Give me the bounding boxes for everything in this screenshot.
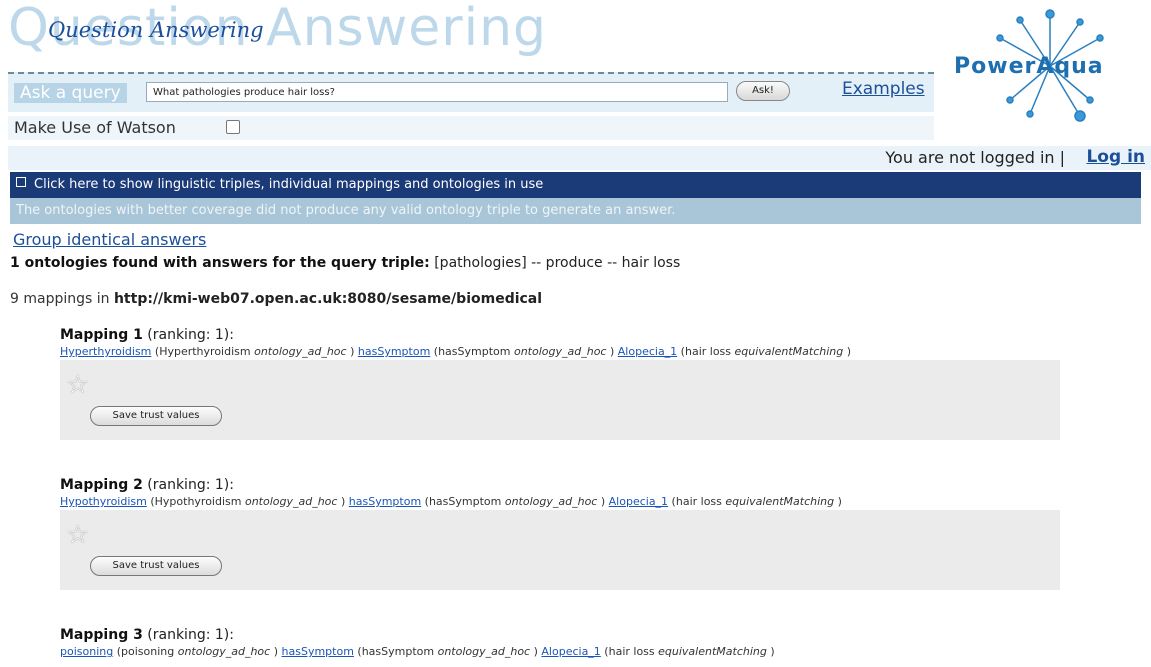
ontologies-summary-triple: [pathologies] -- produce -- hair loss [429, 255, 681, 271]
subject-link[interactable]: poisoning [60, 645, 113, 658]
mapping-ranking: (ranking: 1): [142, 327, 234, 343]
mapping-title: Mapping 1 [60, 327, 143, 343]
mapping-triple: Hypothyroidism (Hypothyroidism ontology_… [60, 495, 842, 508]
mappings-summary: 9 mappings in http://kmi-web07.open.ac.u… [10, 291, 542, 307]
header: Question Answering Question Answering As… [8, 0, 1151, 170]
mapping-triple: poisoning (poisoning ontology_ad_hoc ) h… [60, 645, 775, 658]
relation-paren: (hasSymptom [430, 345, 514, 358]
expand-icon [16, 177, 26, 187]
relation-link[interactable]: hasSymptom [282, 645, 354, 658]
poweraqua-logo: PowerAqua [950, 8, 1150, 126]
subject-ontology: ontology_ad_hoc [244, 495, 338, 508]
subject-paren: (Hypothyroidism [146, 495, 245, 508]
login-status-text: You are not logged in | [885, 148, 1065, 167]
subject-link[interactable]: Hypothyroidism [60, 495, 147, 508]
relation-link[interactable]: hasSymptom [358, 345, 430, 358]
subject-ontology: ontology_ad_hoc [254, 345, 347, 358]
coverage-message: The ontologies with better coverage did … [10, 198, 1141, 224]
mapping-title: Mapping 3 [60, 627, 143, 643]
relation-paren: (hasSymptom [353, 645, 438, 658]
star-icon[interactable]: ☆ [66, 370, 89, 400]
relation-paren: (hasSymptom [421, 495, 505, 508]
object-link[interactable]: Alopecia_1 [618, 345, 677, 358]
relation-ontology: ontology_ad_hoc [513, 345, 607, 358]
subject-paren: (poisoning [113, 645, 178, 658]
object-match: equivalentMatching [725, 495, 835, 508]
object-paren: (hair loss [668, 495, 726, 508]
object-paren: (hair loss [600, 645, 659, 658]
watson-label: Make Use of Watson [14, 118, 176, 137]
show-triples-toggle[interactable]: Click here to show linguistic triples, i… [10, 172, 1141, 198]
show-triples-label: Click here to show linguistic triples, i… [34, 177, 544, 192]
page-title: Question Answering [48, 18, 264, 42]
mappings-count: 9 mappings in [10, 291, 114, 307]
watson-row: Make Use of Watson [8, 116, 934, 140]
object-link[interactable]: Alopecia_1 [541, 645, 600, 658]
mapping-triple: Hyperthyroidism (Hyperthyroidism ontolog… [60, 345, 852, 358]
watson-checkbox[interactable] [226, 120, 240, 134]
ontologies-summary-bold: 1 ontologies found with answers for the … [10, 255, 430, 271]
group-answers-link[interactable]: Group identical answers [13, 230, 206, 249]
query-label: Ask a query [14, 83, 127, 103]
examples-link[interactable]: Examples [842, 79, 925, 99]
object-link[interactable]: Alopecia_1 [609, 495, 668, 508]
query-input[interactable]: What pathologies produce hair loss? [146, 82, 728, 102]
subject-link[interactable]: Hyperthyroidism [60, 345, 151, 358]
star-icon[interactable]: ☆ [66, 520, 89, 550]
mapping-block: Mapping 3 (ranking: 1): poisoning (poiso… [60, 627, 1060, 658]
subject-paren: (Hyperthyroidism [151, 345, 255, 358]
trust-panel: ☆ Save trust values [60, 510, 1060, 590]
mapping-block: Mapping 1 (ranking: 1): Hyperthyroidism … [60, 327, 1060, 440]
ask-button[interactable]: Ask! [736, 81, 790, 101]
query-row: Ask a query What pathologies produce hai… [8, 72, 934, 112]
subject-ontology: ontology_ad_hoc [177, 645, 271, 658]
login-link[interactable]: Log in [1086, 147, 1145, 167]
login-status-bar: You are not logged in | Log in [8, 146, 1151, 170]
object-paren: (hair loss [677, 345, 735, 358]
trust-panel: ☆ Save trust values [60, 360, 1060, 440]
mapping-ranking: (ranking: 1): [142, 627, 234, 643]
save-trust-button[interactable]: Save trust values [90, 406, 222, 426]
mapping-header: Mapping 2 (ranking: 1): [60, 477, 1060, 493]
object-match: equivalentMatching [734, 345, 844, 358]
mapping-block: Mapping 2 (ranking: 1): Hypothyroidism (… [60, 477, 1060, 590]
mapping-ranking: (ranking: 1): [142, 477, 234, 493]
relation-ontology: ontology_ad_hoc [437, 645, 531, 658]
save-trust-button[interactable]: Save trust values [90, 556, 222, 576]
mapping-title: Mapping 2 [60, 477, 143, 493]
relation-ontology: ontology_ad_hoc [504, 495, 598, 508]
mappings-source: http://kmi-web07.open.ac.uk:8080/sesame/… [113, 291, 543, 307]
logo-text: PowerAqua [954, 54, 1104, 79]
object-match: equivalentMatching [658, 645, 767, 658]
ontologies-summary: 1 ontologies found with answers for the … [10, 255, 680, 271]
mapping-header: Mapping 3 (ranking: 1): [60, 627, 1060, 643]
relation-link[interactable]: hasSymptom [349, 495, 421, 508]
mapping-header: Mapping 1 (ranking: 1): [60, 327, 1060, 343]
